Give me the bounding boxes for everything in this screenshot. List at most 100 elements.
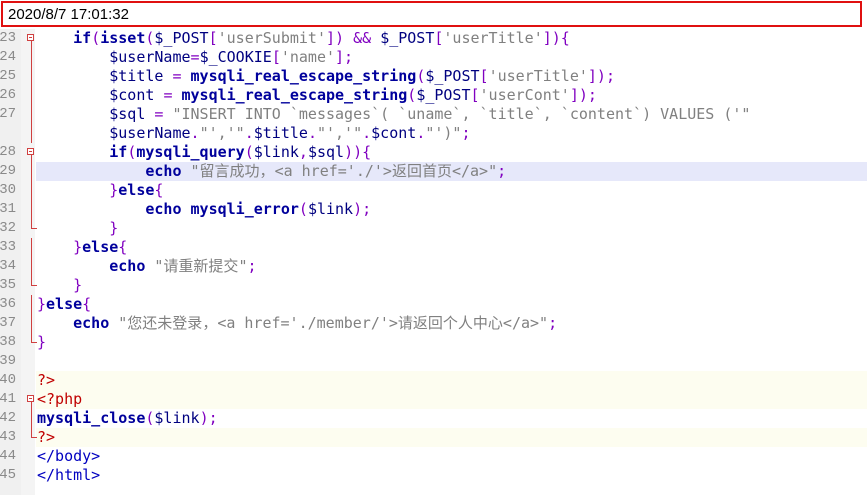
code-token: ( <box>416 67 426 85</box>
code-token: if <box>109 143 128 161</box>
fold-toggle-icon[interactable] <box>27 143 37 162</box>
code-token: , <box>298 143 308 161</box>
code-line[interactable]: 43 ?> <box>0 428 867 447</box>
code-token: echo <box>145 200 182 218</box>
code-line[interactable]: 33 }else{ <box>0 238 867 257</box>
code-token: "','" <box>199 124 245 142</box>
line-number: 31 <box>0 201 16 217</box>
line-number: 34 <box>0 258 16 274</box>
code-token: $cont <box>109 86 155 104</box>
code-token: 'userCont' <box>479 86 570 104</box>
code-line[interactable]: 23 if(isset($_POST['userSubmit']) && $_P… <box>0 29 867 48</box>
fold-guide <box>27 162 37 181</box>
code-line[interactable]: 41 <?php <box>0 390 867 409</box>
line-number: 32 <box>0 220 16 236</box>
fold-guide <box>27 238 37 257</box>
code-line[interactable]: 39 <box>0 352 867 371</box>
code-line[interactable]: 28 if(mysqli_query($link,$sql)){ <box>0 143 867 162</box>
code-token: 'userTitle' <box>488 67 588 85</box>
code-token: $userName <box>109 48 191 66</box>
code-token: ]); <box>587 67 615 85</box>
code-token: ]){ <box>542 29 570 47</box>
code-line-background <box>36 333 867 352</box>
line-number: 43 <box>0 429 16 445</box>
code-text: } <box>37 276 82 295</box>
code-line[interactable]: 25 $title = mysqli_real_escape_string($_… <box>0 67 867 86</box>
code-line-background <box>36 276 867 295</box>
code-token: . <box>190 124 200 142</box>
code-line-background <box>36 371 867 390</box>
code-line[interactable]: 31 echo mysqli_error($link); <box>0 200 867 219</box>
code-line[interactable]: $userName."','".$title."','".$cont."')"; <box>0 124 867 143</box>
fold-minus-icon <box>27 395 34 402</box>
line-number: 33 <box>0 239 16 255</box>
code-line[interactable]: 38} <box>0 333 867 352</box>
line-number: 27 <box>0 106 16 122</box>
code-token: $cont <box>371 124 417 142</box>
code-text: $userName."','".$title."','".$cont."')"; <box>37 124 471 143</box>
code-line[interactable]: 40 ?> <box>0 371 867 390</box>
code-token: ; <box>548 314 558 332</box>
code-token: 'userSubmit' <box>217 29 326 47</box>
code-token: . <box>416 124 426 142</box>
code-token: $sql <box>109 105 146 123</box>
fold-guide <box>27 295 37 314</box>
code-token: ]); <box>569 86 597 104</box>
code-token: if <box>73 29 92 47</box>
code-token: . <box>307 124 317 142</box>
fold-toggle-icon[interactable] <box>27 29 37 48</box>
code-token: ; <box>497 162 507 180</box>
code-token: ; <box>461 124 471 142</box>
code-line[interactable]: 29 echo "留言成功，<a href='./'>返回首页</a>"; <box>0 162 867 181</box>
code-line[interactable]: 27 $sql = "INSERT INTO `messages`( `unam… <box>0 105 867 124</box>
line-number: 42 <box>0 410 16 426</box>
code-line[interactable]: 32 } <box>0 219 867 238</box>
code-text: <?php <box>37 390 82 409</box>
fold-guide <box>27 48 37 67</box>
line-number: 45 <box>0 467 16 483</box>
fold-line <box>31 48 32 67</box>
code-token: ( <box>244 143 254 161</box>
code-text: echo "留言成功，<a href='./'>返回首页</a>"; <box>37 162 506 181</box>
code-token: [ <box>479 67 489 85</box>
line-number: 38 <box>0 334 16 350</box>
line-number: 29 <box>0 163 16 179</box>
code-line[interactable]: 24 $userName=$_COOKIE['name']; <box>0 48 867 67</box>
code-token: [ <box>208 29 218 47</box>
line-number: 30 <box>0 182 16 198</box>
code-line[interactable]: 30 }else{ <box>0 181 867 200</box>
code-line[interactable]: 44 </body> <box>0 447 867 466</box>
code-line[interactable]: 36}else{ <box>0 295 867 314</box>
code-token: </body> <box>37 447 101 465</box>
code-line[interactable]: 45 </html> <box>0 466 867 485</box>
fold-toggle-icon[interactable] <box>27 390 37 409</box>
code-text: $userName=$_COOKIE['name']; <box>37 48 353 67</box>
fold-end <box>27 333 37 352</box>
code-token: ( <box>127 143 137 161</box>
code-text: }else{ <box>37 181 163 200</box>
fold-line <box>31 86 32 105</box>
code-line[interactable]: 35 } <box>0 276 867 295</box>
code-line[interactable]: 37 echo "您还未登录，<a href='./member/'>请返回个人… <box>0 314 867 333</box>
code-line[interactable]: 34 echo "请重新提交"; <box>0 257 867 276</box>
code-token: "INSERT INTO `messages`( `uname`, `title… <box>172 105 751 123</box>
code-editor[interactable]: 23 if(isset($_POST['userSubmit']) && $_P… <box>0 29 867 495</box>
code-line-background <box>36 390 867 409</box>
code-token: } <box>73 276 83 294</box>
fold-line <box>31 162 32 181</box>
code-line[interactable]: 42 mysqli_close($link); <box>0 409 867 428</box>
code-line[interactable]: 26 $cont = mysqli_real_escape_string($_P… <box>0 86 867 105</box>
code-token: $link <box>307 200 354 218</box>
code-text: </html> <box>37 466 100 485</box>
